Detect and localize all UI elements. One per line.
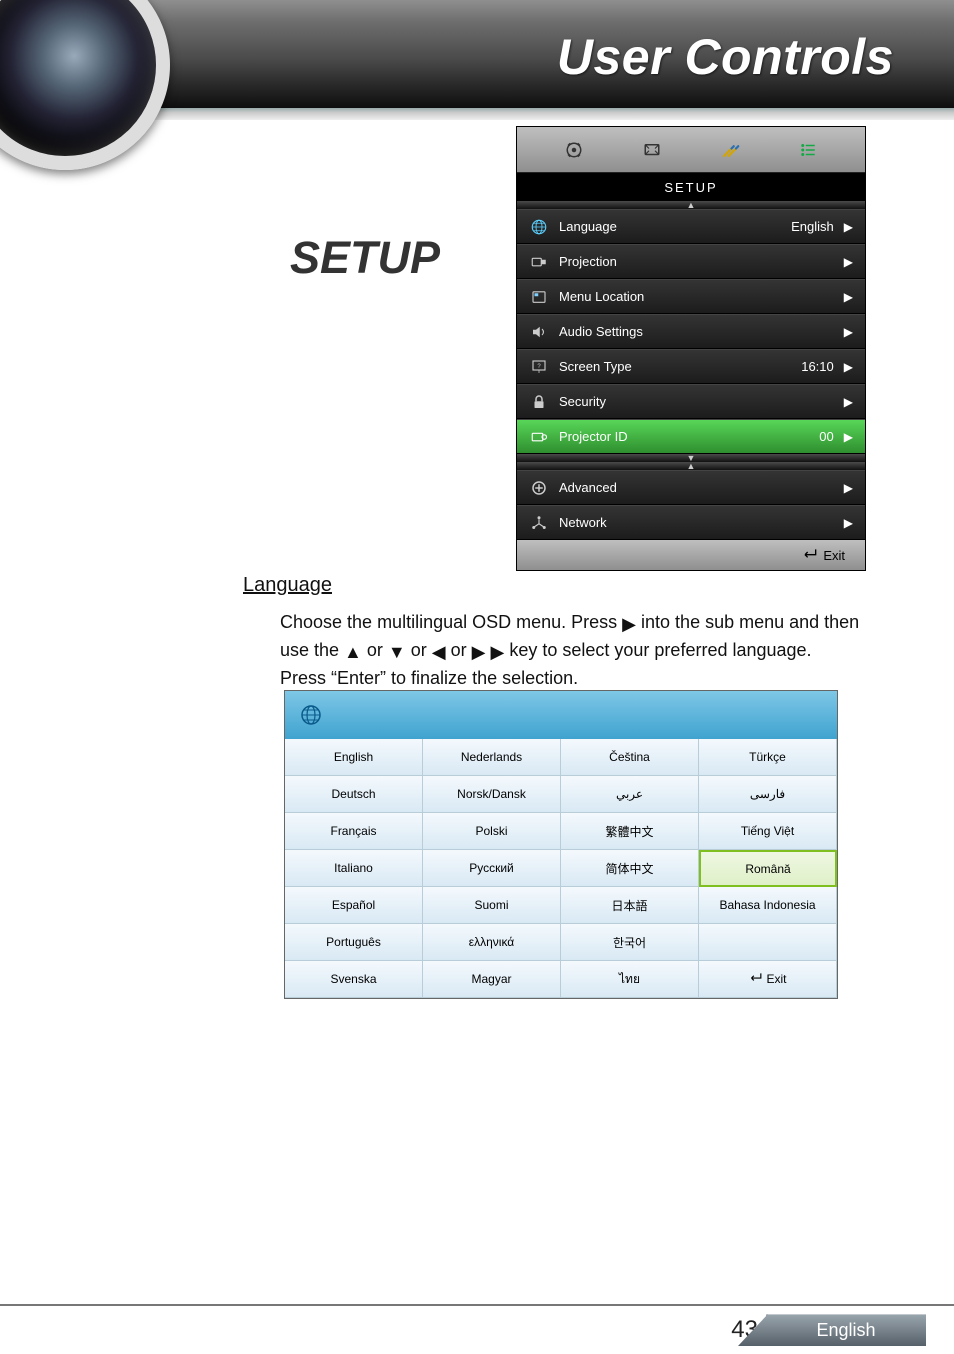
screen-type-icon: ? xyxy=(525,358,553,376)
language-option[interactable]: Français xyxy=(285,813,423,850)
arrow-right-icon: ▶ xyxy=(491,639,505,665)
osd-row-security[interactable]: Security ▶ xyxy=(517,384,865,419)
osd-row-label: Screen Type xyxy=(553,359,801,374)
chevron-right-icon: ▶ xyxy=(844,220,853,234)
language-option[interactable]: Deutsch xyxy=(285,776,423,813)
plus-circle-icon xyxy=(525,479,553,497)
language-option[interactable]: Nederlands xyxy=(423,739,561,776)
language-option[interactable]: Svenska xyxy=(285,961,423,998)
chevron-right-icon: ▶ xyxy=(844,360,853,374)
arrow-up-icon: ▲ xyxy=(344,639,362,665)
osd-row-label: Projector ID xyxy=(553,429,819,444)
osd-exit-label[interactable]: Exit xyxy=(823,548,845,563)
osd-row-network[interactable]: Network ▶ xyxy=(517,505,865,540)
chevron-right-icon: ▶ xyxy=(844,395,853,409)
language-option[interactable]: Tiếng Việt xyxy=(699,813,837,850)
language-panel-header xyxy=(285,691,837,739)
language-paragraph: Choose the multilingual OSD menu. Press … xyxy=(280,609,860,691)
globe-icon xyxy=(299,703,323,727)
osd-row-label: Menu Location xyxy=(553,289,844,304)
language-option[interactable]: Čeština xyxy=(561,739,699,776)
language-option[interactable]: فارسی xyxy=(699,776,837,813)
language-grid: EnglishNederlandsČeštinaTürkçe DeutschNor… xyxy=(285,739,837,998)
return-icon xyxy=(748,972,762,986)
projection-icon xyxy=(525,253,553,271)
language-option[interactable]: 繁體中文 xyxy=(561,813,699,850)
network-icon xyxy=(525,514,553,532)
tab-setup-icon[interactable] xyxy=(708,134,752,166)
osd-footer: Exit xyxy=(517,540,865,570)
language-option[interactable]: English xyxy=(285,739,423,776)
language-option[interactable]: 한국어 xyxy=(561,924,699,961)
osd-row-projector-id[interactable]: Projector ID 00 ▶ xyxy=(517,419,865,454)
language-option[interactable]: Español xyxy=(285,887,423,924)
language-option[interactable]: Magyar xyxy=(423,961,561,998)
osd-row-value: English xyxy=(791,219,834,234)
language-option[interactable]: Norsk/Dansk xyxy=(423,776,561,813)
osd-row-value: 00 xyxy=(819,429,833,444)
chevron-right-icon: ▶ xyxy=(844,290,853,304)
lens-decoration xyxy=(0,0,170,170)
language-option[interactable]: Italiano xyxy=(285,850,423,887)
language-exit[interactable]: Exit xyxy=(699,961,837,998)
lock-icon xyxy=(525,393,553,411)
tab-image-icon[interactable] xyxy=(552,134,596,166)
svg-text:?: ? xyxy=(537,363,541,369)
scroll-up-indicator: ▲ xyxy=(517,201,865,209)
chevron-right-icon: ▶ xyxy=(844,325,853,339)
osd-row-label: Language xyxy=(553,219,791,234)
osd-row-language[interactable]: Language English ▶ xyxy=(517,209,865,244)
menu-location-icon xyxy=(525,288,553,306)
language-option[interactable]: Română xyxy=(699,850,837,887)
osd-row-label: Projection xyxy=(553,254,844,269)
osd-row-audio-settings[interactable]: Audio Settings ▶ xyxy=(517,314,865,349)
language-option[interactable]: Türkçe xyxy=(699,739,837,776)
chevron-right-icon: ▶ xyxy=(844,481,853,495)
language-option[interactable]: Polski xyxy=(423,813,561,850)
arrow-left-icon: ◀ xyxy=(432,639,446,665)
osd-row-label: Network xyxy=(553,515,844,530)
osd-row-screen-type[interactable]: ? Screen Type 16:10 ▶ xyxy=(517,349,865,384)
language-selection-panel: EnglishNederlandsČeštinaTürkçe DeutschNor… xyxy=(284,690,838,999)
arrow-down-icon: ▼ xyxy=(388,639,406,665)
footer-language-pill: English xyxy=(766,1314,926,1346)
osd-row-label: Audio Settings xyxy=(553,324,844,339)
page-title: User Controls xyxy=(557,28,894,86)
arrow-right-icon: ▶ xyxy=(472,639,486,665)
chevron-right-icon: ▶ xyxy=(844,516,853,530)
language-option[interactable]: Suomi xyxy=(423,887,561,924)
osd-title: SETUP xyxy=(517,173,865,201)
tab-options-icon[interactable] xyxy=(786,134,830,166)
language-option[interactable]: ไทย xyxy=(561,961,699,998)
language-option xyxy=(699,924,837,961)
document-page: { "header": { "title": "User Controls" }… xyxy=(0,0,954,1354)
arrow-right-icon: ▶ xyxy=(622,611,636,637)
osd-row-menu-location[interactable]: Menu Location ▶ xyxy=(517,279,865,314)
osd-row-value: 16:10 xyxy=(801,359,834,374)
language-heading: Language xyxy=(243,574,332,597)
projector-id-icon xyxy=(525,428,553,446)
osd-tab-bar xyxy=(517,127,865,173)
tab-display-icon[interactable] xyxy=(630,134,674,166)
audio-icon xyxy=(525,323,553,341)
chevron-right-icon: ▶ xyxy=(844,430,853,444)
scroll-up-indicator-2: ▲ xyxy=(517,462,865,470)
return-icon xyxy=(801,548,817,563)
language-option[interactable]: 日本語 xyxy=(561,887,699,924)
osd-row-projection[interactable]: Projection ▶ xyxy=(517,244,865,279)
language-option[interactable]: ελληνικά xyxy=(423,924,561,961)
language-option[interactable]: عربي xyxy=(561,776,699,813)
osd-row-advanced[interactable]: Advanced ▶ xyxy=(517,470,865,505)
osd-row-label: Advanced xyxy=(553,480,844,495)
page-footer: 43 English xyxy=(0,1306,954,1354)
language-option[interactable]: Bahasa Indonesia xyxy=(699,887,837,924)
osd-setup-menu: SETUP ▲ Language English ▶ Projection ▶ … xyxy=(516,126,866,571)
osd-row-label: Security xyxy=(553,394,844,409)
language-option[interactable]: Русский xyxy=(423,850,561,887)
language-option[interactable]: 简体中文 xyxy=(561,850,699,887)
language-option[interactable]: Português xyxy=(285,924,423,961)
globe-icon xyxy=(525,218,553,236)
section-title: SETUP xyxy=(290,232,440,284)
chevron-right-icon: ▶ xyxy=(844,255,853,269)
